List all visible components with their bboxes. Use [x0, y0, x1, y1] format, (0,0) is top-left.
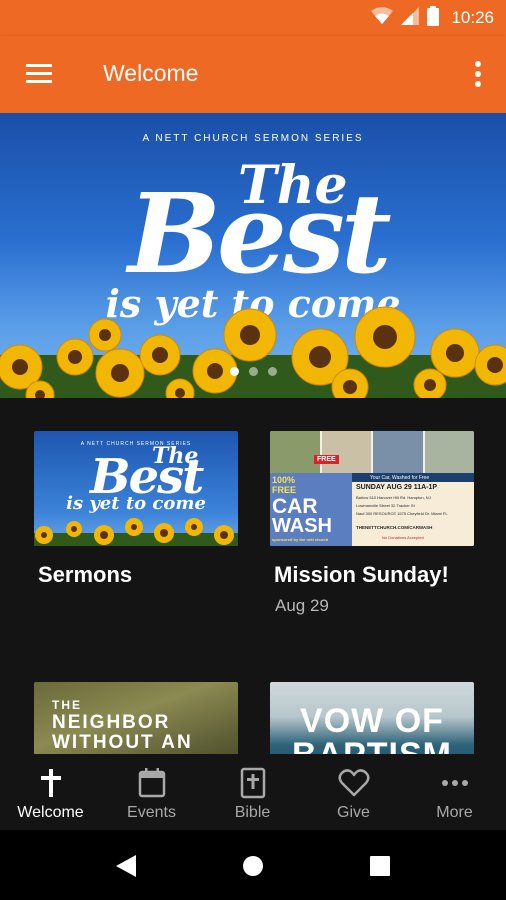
overflow-menu-button[interactable] [468, 58, 488, 90]
card-title: Mission Sunday! [274, 562, 449, 587]
car-wash-details: Your Car, Washed for Free SUNDAY AUG 29 … [352, 473, 474, 546]
sermons-thumbnail: A NETT CHURCH SERMON SERIES Best The is … [34, 431, 238, 546]
back-icon[interactable] [114, 853, 138, 879]
neighbor-line-1: THE [52, 698, 82, 712]
nav-label: Give [337, 804, 370, 821]
thumb-the-text: The [152, 443, 199, 469]
car-wash-percent: 100% [272, 475, 296, 485]
card-date: Aug 29 [275, 596, 329, 615]
car-wash-sponsor: sponsored by the nett church [272, 537, 329, 542]
car-wash-thumbnail: FREE 100% FREE CAR WASH sponsored by the… [270, 431, 474, 546]
home-icon[interactable] [242, 855, 264, 877]
carousel-indicator[interactable] [0, 367, 506, 376]
recents-icon[interactable] [369, 855, 391, 877]
status-icons: 10:26 [371, 5, 494, 31]
signal-icon [401, 6, 420, 30]
car-wash-location: Lowmanville Street 32 Tracker St [356, 503, 415, 508]
card-mission-sunday[interactable]: FREE 100% FREE CAR WASH sponsored by the… [270, 431, 474, 631]
nav-label: Welcome [17, 804, 84, 821]
hero-kicker: A NETT CHURCH SERMON SERIES [142, 133, 364, 144]
nav-events[interactable]: Events [101, 754, 202, 830]
card-sermons[interactable]: A NETT CHURCH SERMON SERIES Best The is … [34, 431, 238, 631]
nav-label: More [436, 804, 473, 821]
sunflowers-image [0, 306, 506, 398]
nav-label: Bible [234, 804, 271, 821]
car-wash-note: No Donations Accepted [382, 535, 424, 540]
vow-line-2: BAPTISM [270, 736, 474, 754]
car-wash-location: Barlow 510 Hanover Hill Rd. Hampton, NJ [356, 495, 431, 500]
thumb-kicker: A NETT CHURCH SERMON SERIES [80, 441, 192, 447]
menu-button[interactable] [22, 60, 58, 90]
nav-more[interactable]: More [404, 754, 505, 830]
hero-carousel[interactable]: A NETT CHURCH SERMON SERIES The Best is … [0, 113, 506, 398]
vow-thumbnail: VOW OF BAPTISM [270, 682, 474, 754]
carousel-dot[interactable] [248, 367, 258, 376]
car-wash-date: SUNDAY AUG 29 11A-1P [356, 484, 438, 491]
nav-give[interactable]: Give [303, 754, 404, 830]
calendar-icon [138, 768, 166, 798]
hamburger-menu-icon [26, 64, 52, 83]
neighbor-line-2: NEIGHBOR [52, 712, 171, 733]
nav-welcome[interactable]: Welcome [0, 754, 101, 830]
status-bar: 10:26 [0, 0, 506, 36]
system-navigation-bar [0, 830, 506, 900]
car-wash-wash: WASH [272, 515, 332, 537]
car-wash-location: Nauf 300 RESOURCE 1575 Cheyfield Dr. Mia… [356, 511, 448, 516]
car-wash-header: Your Car, Washed for Free [370, 475, 430, 481]
status-time: 10:26 [451, 8, 494, 27]
battery-icon [427, 5, 440, 31]
page-title: Welcome [103, 60, 199, 86]
bottom-navigation: Welcome Events Bible Give More [0, 754, 506, 830]
hero-title-best: Best [128, 169, 392, 298]
card-title: Sermons [38, 562, 133, 587]
free-badge: FREE [314, 455, 339, 464]
neighbor-thumbnail: THE NEIGHBOR WITHOUT AN [34, 682, 238, 754]
nav-label: Events [127, 804, 176, 821]
more-vert-icon [475, 61, 481, 87]
bible-icon [240, 767, 266, 799]
carousel-dot[interactable] [229, 367, 239, 376]
car-wash-site: THENETTCHURCH.COM/CARWASH [356, 525, 433, 530]
car-wash-banner: 100% FREE CAR WASH sponsored by the nett… [270, 473, 352, 546]
car-wash-photos [270, 431, 474, 473]
app-screen: 10:26 Welcome A NETT CHURCH SERMON SERIE… [0, 0, 506, 900]
sunflowers-image [34, 518, 238, 546]
more-horiz-icon [442, 780, 468, 786]
carousel-dot[interactable] [267, 367, 277, 376]
heart-icon [338, 769, 370, 797]
neighbor-line-3: WITHOUT AN [52, 732, 193, 753]
wifi-icon [371, 6, 394, 30]
card-vow-of-baptism[interactable]: VOW OF BAPTISM [270, 682, 474, 754]
thumb-subtitle: is yet to come [66, 493, 206, 514]
cross-icon [41, 769, 61, 797]
nav-bible[interactable]: Bible [202, 754, 303, 830]
app-bar: Welcome [0, 36, 506, 113]
car-wash-free: FREE [272, 485, 297, 495]
card-neighbor[interactable]: THE NEIGHBOR WITHOUT AN [34, 682, 238, 754]
